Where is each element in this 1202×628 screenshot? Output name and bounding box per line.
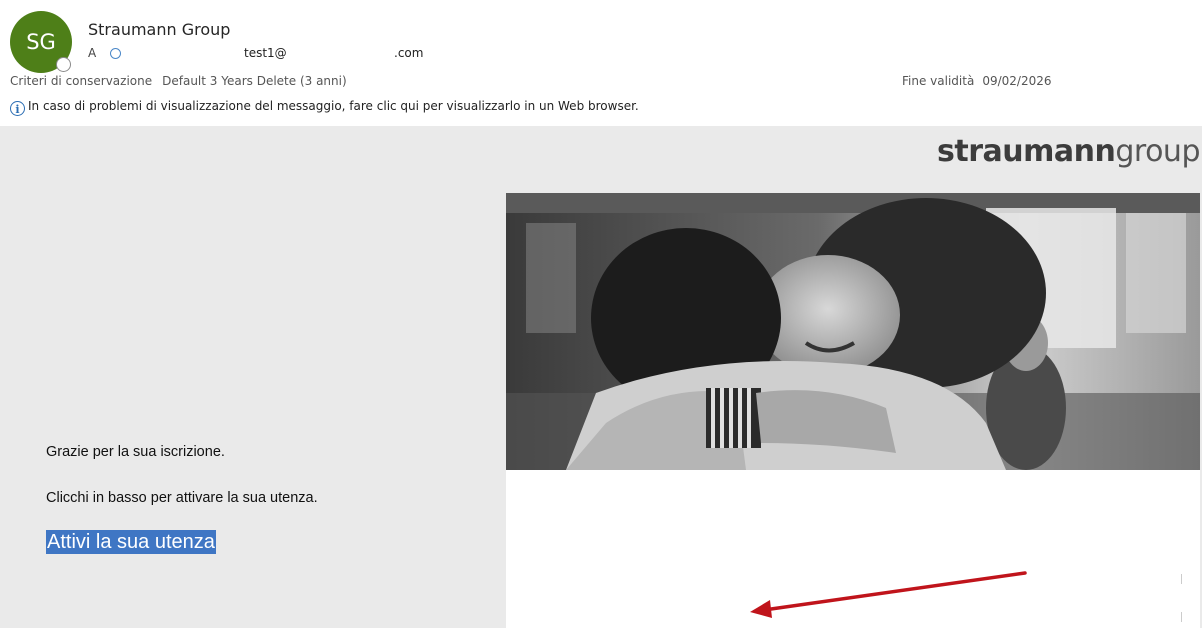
- brand-logo-light: group: [1115, 134, 1200, 169]
- expiry-info: Fine validità 09/02/2026: [902, 74, 1051, 88]
- info-bar-text[interactable]: In caso di problemi di visualizzazione d…: [28, 99, 639, 113]
- recipient-status-icon: [110, 48, 121, 59]
- striped-sleeve: [706, 388, 761, 448]
- email-card: [506, 193, 1200, 628]
- info-bar[interactable]: i In caso di problemi di visualizzazione …: [10, 99, 639, 116]
- expiry-label: Fine validità: [902, 74, 975, 88]
- thanks-text: Grazie per la sua iscrizione.: [46, 444, 225, 460]
- message-header: SG Straumann Group A test1@ .com Criteri…: [0, 0, 1202, 126]
- info-circle-icon: i: [10, 101, 25, 116]
- retention-value: Default 3 Years Delete (3 anni): [162, 74, 347, 88]
- recipient-address-end[interactable]: .com: [394, 46, 423, 60]
- instruction-text: Clicchi in basso per attivare la sua ute…: [46, 490, 318, 506]
- scrollbar-marker-top: [1181, 574, 1182, 584]
- retention-label: Criteri di conservazione: [10, 74, 153, 88]
- sender-name[interactable]: Straumann Group: [88, 20, 230, 39]
- hero-image: [506, 193, 1200, 470]
- red-arrow-annotation: [750, 571, 1027, 618]
- expiry-date: 09/02/2026: [982, 74, 1052, 88]
- brand-logo-bold: straumann: [937, 134, 1116, 169]
- to-label: A: [88, 46, 97, 60]
- presence-status-icon: [56, 57, 71, 72]
- hero-photo: [506, 193, 1200, 470]
- scrollbar-marker-bottom: [1181, 612, 1182, 622]
- retention-policy: Criteri di conservazione Default 3 Years …: [10, 74, 347, 88]
- recipient-address-start[interactable]: test1@: [244, 46, 287, 60]
- email-body: straumanngroup Grazie per la sua iscrizi…: [0, 126, 1202, 628]
- brand-logo: straumanngroup: [937, 134, 1200, 169]
- activate-account-link[interactable]: Attivi la sua utenza: [46, 530, 216, 554]
